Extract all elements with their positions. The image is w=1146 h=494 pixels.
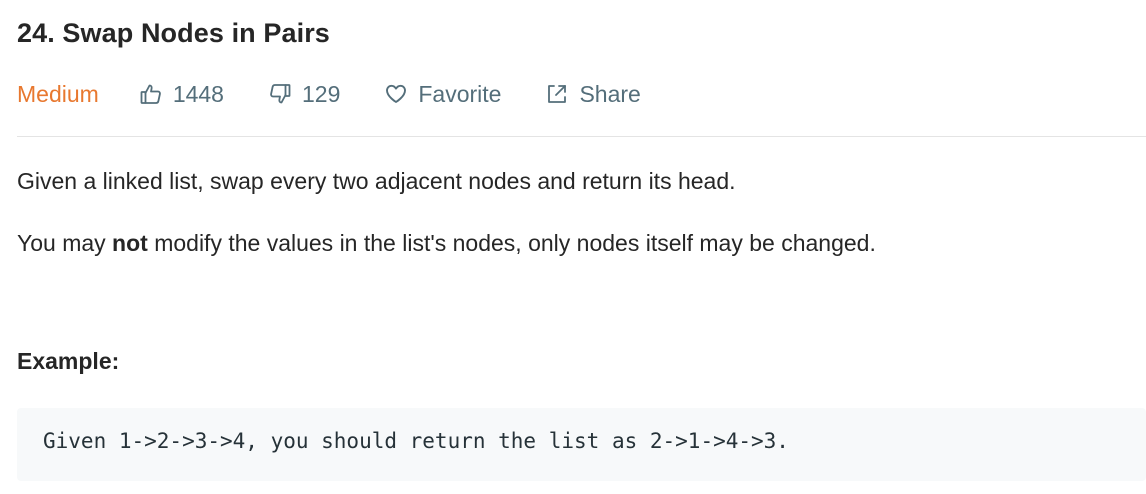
description-text: modify the values in the list's nodes, o… xyxy=(147,230,876,256)
share-button[interactable]: Share xyxy=(545,80,641,108)
example-code-block: Given 1->2->3->4, you should return the … xyxy=(17,408,1146,481)
description-emphasis: not xyxy=(112,230,148,256)
description-paragraph-2: You may not modify the values in the lis… xyxy=(17,228,876,258)
heart-icon xyxy=(386,84,407,103)
share-icon xyxy=(548,85,567,103)
difficulty-badge: Medium xyxy=(17,80,99,107)
like-button[interactable]: 1448 xyxy=(139,81,224,108)
dislike-count: 129 xyxy=(301,80,341,107)
favorite-label: Favorite xyxy=(418,80,502,107)
share-label: Share xyxy=(579,80,641,107)
example-heading: Example: xyxy=(17,348,120,374)
header-divider xyxy=(17,136,1146,137)
like-count: 1448 xyxy=(172,80,224,107)
dislike-button[interactable]: 129 xyxy=(268,81,340,108)
description-paragraph-1: Given a linked list, swap every two adja… xyxy=(17,168,736,194)
thumbs-up-icon xyxy=(140,84,161,104)
problem-meta-row: Medium 1448 129 Favorite Share xyxy=(17,76,685,112)
favorite-button[interactable]: Favorite xyxy=(384,81,501,108)
problem-title: 24. Swap Nodes in Pairs xyxy=(17,18,330,48)
description-text: You may xyxy=(17,230,113,256)
thumbs-down-icon xyxy=(270,84,291,104)
